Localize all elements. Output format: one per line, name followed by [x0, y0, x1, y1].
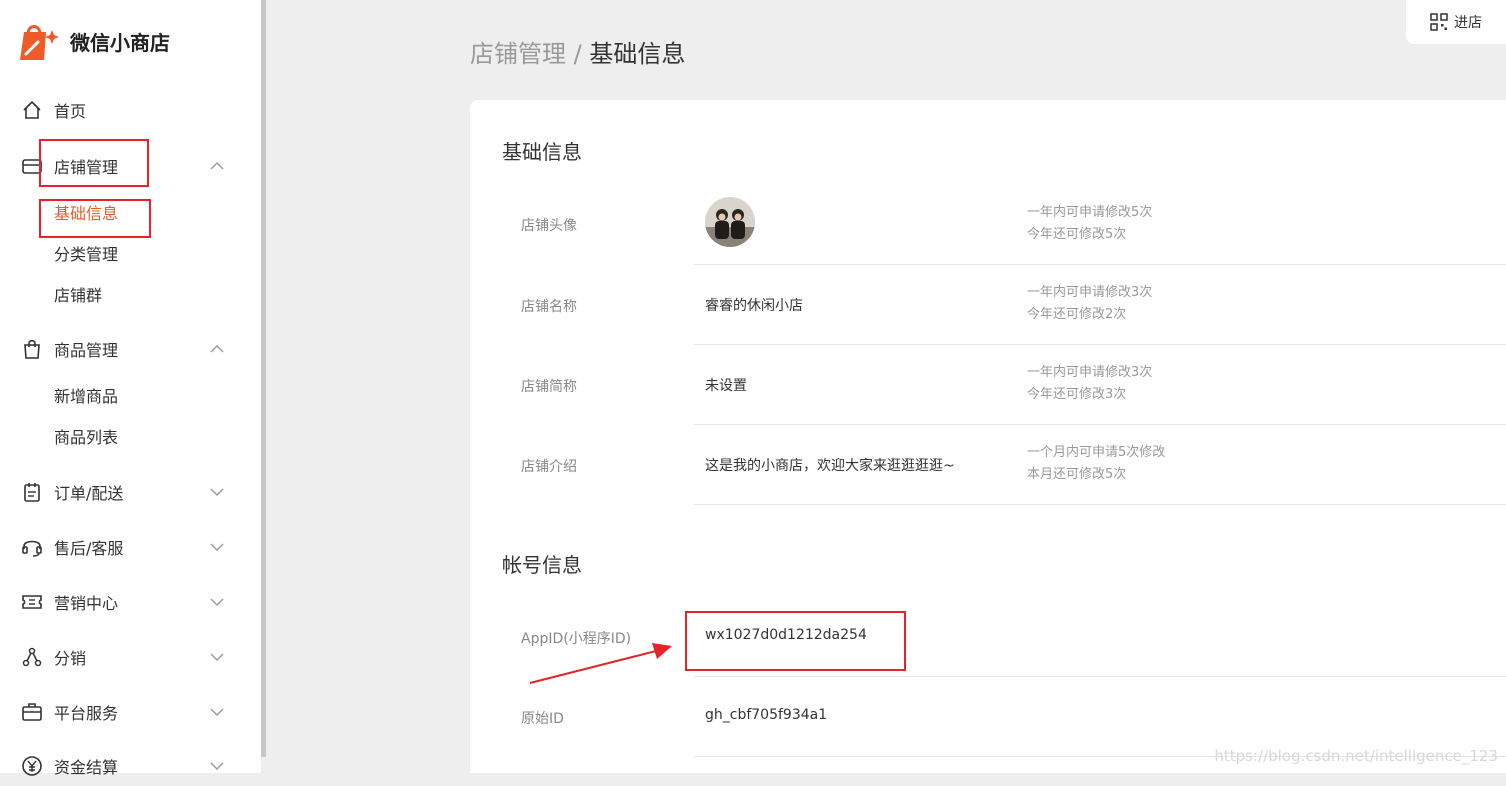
row-divider — [694, 504, 1506, 505]
chevron-down-icon — [208, 540, 226, 554]
briefcase-icon — [21, 701, 43, 723]
sidebar-scrollbar[interactable] — [261, 0, 266, 757]
row-shop-name: 店铺名称 睿睿的休闲小店 一年内可申请修改3次 今年还可修改2次 — [470, 265, 1506, 345]
value-shop-intro[interactable]: 这是我的小商店，欢迎大家来逛逛逛逛~ — [705, 455, 955, 475]
store-icon — [21, 155, 43, 177]
section-title-account-info: 帐号信息 — [502, 549, 582, 578]
nav-shop-mgmt[interactable]: 店铺管理 — [0, 146, 261, 186]
nav-goods-mgmt-label: 商品管理 — [54, 337, 118, 361]
nav-distribution-label: 分销 — [54, 645, 86, 669]
nav-after-sales-label: 售后/客服 — [54, 535, 123, 559]
note-line-2: 今年还可修改3次 — [1027, 384, 1152, 406]
value-original-id[interactable]: gh_cbf705f934a1 — [705, 707, 827, 723]
note-line-1: 一年内可申请修改3次 — [1027, 282, 1152, 304]
chevron-down-icon — [208, 650, 226, 664]
nav-marketing[interactable]: 营销中心 — [0, 582, 261, 622]
breadcrumb-current: 基础信息 — [589, 40, 685, 68]
nav-distribution[interactable]: 分销 — [0, 637, 261, 677]
watermark: https://blog.csdn.net/intelligence_123 — [1214, 747, 1498, 765]
value-shop-short-name[interactable]: 未设置 — [705, 375, 747, 395]
note-shop-short-name: 一年内可申请修改3次 今年还可修改3次 — [1027, 362, 1152, 406]
note-line-1: 一年内可申请修改5次 — [1027, 202, 1152, 224]
note-line-1: 一个月内可申请5次修改 — [1027, 442, 1165, 464]
sidebar-item-category[interactable]: 分类管理 — [54, 243, 118, 267]
note-shop-name: 一年内可申请修改3次 今年还可修改2次 — [1027, 282, 1152, 326]
note-line-2: 本月还可修改5次 — [1027, 464, 1165, 486]
note-line-1: 一年内可申请修改3次 — [1027, 362, 1152, 384]
row-shop-intro: 店铺介绍 这是我的小商店，欢迎大家来逛逛逛逛~ 一个月内可申请5次修改 本月还可… — [470, 425, 1506, 505]
nav-settlement[interactable]: 资金结算 — [0, 746, 261, 786]
label-shop-name: 店铺名称 — [521, 296, 577, 316]
avatar-photo-icon — [705, 197, 755, 247]
note-shop-avatar: 一年内可申请修改5次 今年还可修改5次 — [1027, 202, 1152, 246]
chevron-down-icon — [208, 705, 226, 719]
breadcrumb-parent[interactable]: 店铺管理 — [470, 40, 566, 68]
value-appid[interactable]: wx1027d0d1212da254 — [705, 627, 867, 643]
clipboard-icon — [21, 481, 43, 503]
label-shop-short-name: 店铺简称 — [521, 376, 577, 396]
nav-after-sales[interactable]: 售后/客服 — [0, 527, 261, 567]
chevron-down-icon — [208, 485, 226, 499]
sidebar-item-basic-info[interactable]: 基础信息 — [54, 202, 118, 226]
note-line-2: 今年还可修改2次 — [1027, 304, 1152, 326]
section-title-basic-info: 基础信息 — [502, 136, 582, 165]
sidebar-item-goods-list[interactable]: 商品列表 — [54, 426, 118, 450]
qr-code-icon — [1430, 13, 1448, 31]
note-shop-intro: 一个月内可申请5次修改 本月还可修改5次 — [1027, 442, 1165, 486]
row-shop-short-name: 店铺简称 未设置 一年内可申请修改3次 今年还可修改3次 — [470, 345, 1506, 425]
annotation-arrow-icon — [520, 630, 690, 690]
enter-shop-label: 进店 — [1454, 12, 1482, 32]
shop-avatar[interactable] — [705, 197, 755, 247]
bag-icon — [21, 338, 43, 360]
headset-icon — [21, 536, 43, 558]
sidebar-item-add-goods[interactable]: 新增商品 — [54, 385, 118, 409]
chevron-down-icon — [208, 595, 226, 609]
label-shop-intro: 店铺介绍 — [521, 456, 577, 476]
nav-home-label: 首页 — [54, 98, 86, 122]
row-shop-avatar: 店铺头像 一年内可申请修改5次 今年还可修改5次 — [470, 185, 1506, 265]
sidebar: 微信小商店 首页 店铺管理 基础信息 分类管理 店铺群 商品管理 新增商品 商品… — [0, 0, 261, 773]
nav-goods-mgmt[interactable]: 商品管理 — [0, 329, 261, 369]
ticket-icon — [21, 591, 43, 613]
enter-shop-button[interactable]: 进店 — [1406, 0, 1506, 44]
chevron-up-icon — [208, 342, 226, 356]
label-shop-avatar: 店铺头像 — [521, 215, 577, 235]
nav-marketing-label: 营销中心 — [54, 590, 118, 614]
nav-settlement-label: 资金结算 — [54, 754, 118, 778]
nav-orders-label: 订单/配送 — [54, 480, 123, 504]
nav-platform[interactable]: 平台服务 — [0, 692, 261, 732]
nav-orders[interactable]: 订单/配送 — [0, 472, 261, 512]
label-original-id: 原始ID — [521, 708, 564, 728]
home-icon — [21, 99, 43, 121]
app-logo[interactable]: 微信小商店 — [16, 20, 170, 62]
chevron-up-icon — [208, 159, 226, 173]
breadcrumb-separator: / — [566, 40, 589, 68]
chevron-down-icon — [208, 759, 226, 773]
share-network-icon — [21, 646, 43, 668]
nav-home[interactable]: 首页 — [0, 90, 261, 130]
app-name: 微信小商店 — [70, 27, 170, 56]
shopping-bag-logo-icon — [16, 20, 60, 62]
value-shop-name[interactable]: 睿睿的休闲小店 — [705, 295, 803, 315]
breadcrumb: 店铺管理 / 基础信息 — [470, 34, 685, 69]
yuan-coin-icon — [21, 755, 43, 777]
note-line-2: 今年还可修改5次 — [1027, 224, 1152, 246]
nav-platform-label: 平台服务 — [54, 700, 118, 724]
nav-shop-mgmt-label: 店铺管理 — [54, 154, 118, 178]
sidebar-item-shop-group[interactable]: 店铺群 — [54, 284, 102, 308]
